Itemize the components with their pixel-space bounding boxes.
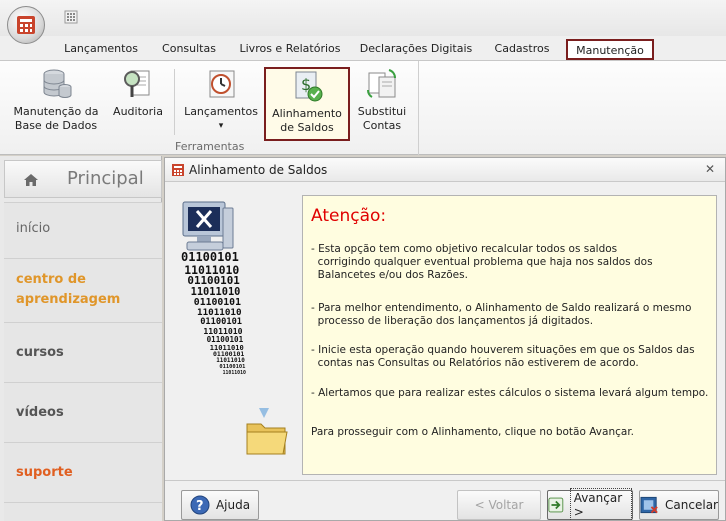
ribbon-panel: Manutenção da Base de Dados Auditoria La… (0, 60, 726, 155)
calculator-icon (172, 164, 184, 176)
message-paragraph: - Alertamos que para realizar estes cálc… (311, 387, 711, 400)
message-line: - Esta opção tem como objetivo recalcula… (311, 243, 618, 255)
ribbon-group-label: Ferramentas (175, 140, 245, 153)
calculator-icon[interactable] (64, 10, 78, 24)
cancel-label: Cancelar (665, 498, 718, 512)
manutencao-base-dados-button[interactable]: Manutenção da Base de Dados (8, 67, 104, 139)
dollar-document-check-icon: $ (295, 71, 323, 102)
message-line: - Para melhor entendimento, o Alinhament… (311, 302, 692, 314)
help-icon: ? (190, 495, 210, 515)
message-line: contas nas Consultas ou Relatórios não e… (311, 357, 639, 369)
alinhamento-label-2: de Saldos (280, 121, 334, 134)
lancamentos-dropdown-button[interactable]: Lançamentos ▾ (183, 67, 259, 139)
help-button[interactable]: ? Ajuda (181, 490, 259, 520)
message-line: - Alertamos que para realizar estes cálc… (311, 387, 709, 399)
message-paragraph: - Inicie esta operação quando houverem s… (311, 344, 711, 370)
sidebar: Principal início centro de aprendizagem … (0, 156, 162, 521)
dialog-title: Alinhamento de Saldos (189, 163, 328, 177)
sidebar-title: Principal (67, 168, 144, 189)
message-paragraph: - Para melhor entendimento, o Alinhament… (311, 302, 711, 328)
app-logo-icon (17, 16, 35, 34)
message-line: - Inicie esta operação quando houverem s… (311, 344, 695, 356)
close-icon[interactable]: ✕ (705, 162, 715, 176)
help-label: Ajuda (215, 498, 251, 512)
clock-icon (209, 70, 235, 98)
sidebar-item-videos[interactable]: vídeos (4, 382, 162, 442)
app-menu-button[interactable] (7, 6, 45, 44)
tab-cadastros[interactable]: Cadastros (488, 39, 556, 60)
message-line: processo de liberação dos lançamentos já… (311, 315, 594, 327)
ribbon-group-border (418, 61, 419, 155)
tab-livros-relatorios[interactable]: Livros e Relatórios (236, 39, 344, 60)
sidebar-item-label: centro de aprendizagem (16, 272, 121, 307)
back-button[interactable]: < Voltar (457, 490, 541, 520)
auditoria-button[interactable]: Auditoria (110, 67, 166, 139)
back-label: < Voltar (474, 498, 524, 512)
message-line: Para prosseguir com o Alinhamento, cliqu… (311, 426, 635, 438)
substitui-label-1: Substitui (357, 105, 407, 118)
sidebar-item-cursos[interactable]: cursos (4, 322, 162, 382)
next-button[interactable]: Avançar > (547, 488, 633, 521)
manutencao-base-label-1: Manutenção da (13, 105, 99, 118)
folder-icon (246, 408, 288, 455)
substitui-contas-button[interactable]: Substitui Contas (354, 67, 410, 139)
tab-declaracoes-digitais[interactable]: Declarações Digitais (356, 39, 476, 60)
audit-magnifier-icon (124, 70, 150, 97)
home-icon (24, 174, 38, 186)
lancamentos-label: Lançamentos (184, 105, 258, 118)
database-icon (43, 69, 72, 98)
message-paragraph: - Esta opção tem como objetivo recalcula… (311, 243, 711, 282)
tab-lancamentos[interactable]: Lançamentos (58, 39, 144, 60)
svg-text:?: ? (196, 499, 204, 514)
sidebar-item-empty (4, 502, 162, 521)
ribbon-separator (174, 69, 175, 135)
dialog-title-bar: Alinhamento de Saldos ✕ (165, 158, 725, 182)
sidebar-item-label: início (16, 221, 51, 236)
computer-icon (182, 201, 234, 251)
substitui-label-2: Contas (362, 119, 402, 132)
cancel-icon (640, 496, 658, 514)
title-bar (0, 0, 726, 36)
alinhamento-label-1: Alinhamento (272, 107, 342, 120)
alinhamento-saldos-button[interactable]: $ Alinhamento de Saldos (264, 67, 350, 141)
message-line: Balancetes e/ou dos Razões. (311, 269, 468, 281)
auditoria-label: Auditoria (113, 105, 163, 118)
manutencao-base-label-2: Base de Dados (14, 119, 98, 132)
ribbon-tabs: Lançamentos Consultas Livros e Relatório… (0, 36, 726, 60)
message-paragraph: Para prosseguir com o Alinhamento, cliqu… (311, 426, 711, 439)
chevron-down-icon: ▾ (218, 121, 224, 131)
sidebar-item-centro-aprendizagem[interactable]: centro de aprendizagem (4, 258, 162, 322)
sidebar-item-label: cursos (16, 345, 64, 360)
attention-heading: Atenção: (311, 206, 387, 226)
message-line: corrigindo qualquer eventual problema qu… (311, 256, 653, 268)
message-panel: Atenção: - Esta opção tem como objetivo … (302, 195, 717, 475)
binary-line: 11011010 (222, 369, 246, 376)
dialog-illustration: 01100101 11011010 01100101 11011010 01100101… (173, 194, 301, 472)
next-label: Avançar > (569, 488, 632, 521)
sidebar-header[interactable]: Principal (4, 160, 162, 198)
sidebar-item-label: suporte (16, 465, 73, 480)
sidebar-item-inicio[interactable]: início (4, 202, 162, 258)
next-arrow-icon (548, 497, 564, 513)
tab-consultas[interactable]: Consultas (156, 39, 222, 60)
alinhamento-dialog: Alinhamento de Saldos ✕ 01100101 11011010… (164, 157, 726, 521)
tab-manutencao[interactable]: Manutenção (566, 39, 654, 60)
cancel-button[interactable]: Cancelar (639, 490, 719, 520)
sidebar-item-suporte[interactable]: suporte (4, 442, 162, 502)
footer-divider (165, 480, 725, 481)
sidebar-item-label: vídeos (16, 405, 64, 420)
swap-documents-icon (366, 69, 396, 98)
